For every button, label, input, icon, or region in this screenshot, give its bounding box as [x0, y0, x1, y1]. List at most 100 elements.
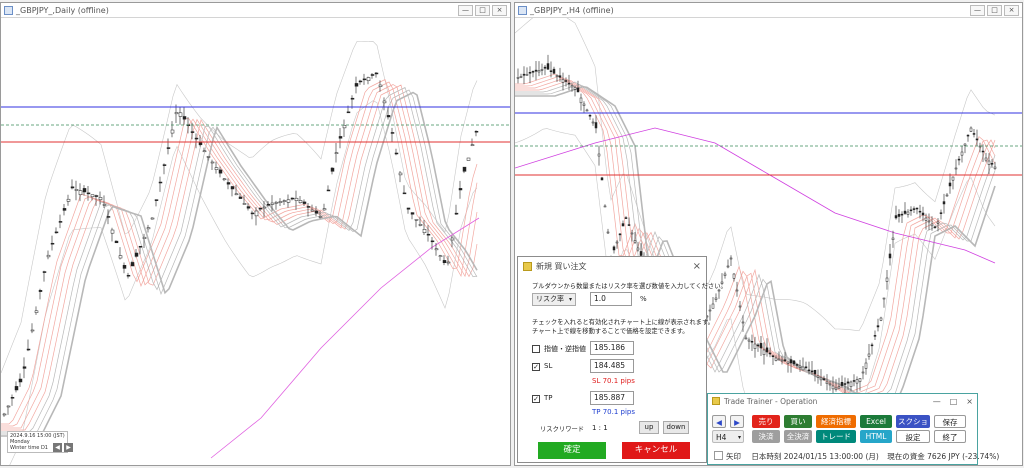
close-icon[interactable]: × [966, 397, 973, 406]
daily-chart-area[interactable]: 2024.9.16 15:00 (JST) Monday Winter time… [1, 18, 510, 465]
candle-body [639, 251, 643, 256]
h4-chart-titlebar[interactable]: _GBPJPY_,H4 (offline) — □ × [515, 3, 1022, 18]
candle-body [326, 189, 331, 192]
order-dialog-titlebar[interactable]: 新規 買い注文 × [518, 257, 706, 275]
next-bar-button[interactable]: ▶ [730, 415, 744, 428]
moving-average-line [1, 84, 478, 429]
maximize-button[interactable]: □ [475, 4, 490, 16]
settle-button[interactable]: 決済 [752, 430, 780, 443]
operation-titlebar[interactable]: Trade Trainer - Operation — □ × [708, 394, 977, 408]
candle-body [900, 213, 904, 216]
candle-body [795, 364, 799, 366]
sl-price-input[interactable]: 184.485 [590, 359, 634, 373]
candle-body [942, 201, 946, 205]
order-instruction: プルダウンから数量またはリスク率を選び数値を入力してください。 [532, 283, 727, 290]
candle-body [960, 151, 964, 156]
daily-chart-window[interactable]: _GBPJPY_,Daily (offline) — □ × 2024.9.16… [0, 2, 511, 466]
candle-body [975, 138, 979, 141]
daily-price-chart[interactable] [1, 18, 510, 466]
candle-body [70, 186, 75, 189]
tp-price-input[interactable]: 185.887 [590, 391, 634, 405]
candle-body [130, 262, 135, 267]
candle-body [110, 229, 115, 234]
candle-body [358, 80, 363, 83]
candle-body [597, 153, 601, 157]
tp-label: TP [544, 394, 553, 402]
operation-status-bar: 矢印 日本時刻 2024/01/15 13:00:00 (月) 現在の資金 76… [714, 451, 999, 462]
down-button[interactable]: down [663, 421, 689, 434]
candle-body [462, 166, 467, 172]
candle-body [258, 207, 263, 210]
arrow-checkbox[interactable] [714, 451, 723, 460]
maximize-button[interactable]: □ [987, 4, 1002, 16]
limit-price-input[interactable]: 185.186 [590, 341, 634, 355]
tp-checkbox[interactable]: ✓ [532, 395, 540, 403]
candle-body [966, 134, 970, 137]
candle-body [454, 212, 459, 215]
candle-body [106, 216, 111, 218]
candle-body [726, 265, 730, 268]
minimize-icon[interactable]: — [933, 397, 941, 406]
candle-body [516, 77, 520, 79]
candle-body [214, 167, 219, 170]
candle-body [206, 156, 211, 158]
save-button[interactable]: 保存 [934, 415, 966, 428]
candle-body [945, 194, 949, 197]
band-lower-line [9, 100, 478, 465]
close-button[interactable]: × [1004, 4, 1019, 16]
minimize-button[interactable]: — [970, 4, 985, 16]
sell-button[interactable]: 売り [752, 415, 780, 428]
candle-body [816, 375, 820, 378]
html-button[interactable]: HTML [860, 430, 892, 443]
confirm-button[interactable]: 確定 [538, 442, 606, 459]
candle-body [386, 115, 391, 118]
candle-body [591, 121, 595, 124]
excel-button[interactable]: Excel [860, 415, 892, 428]
up-button[interactable]: up [639, 421, 659, 434]
candle-body [250, 212, 255, 215]
mode-select[interactable]: リスク率 ▾ [532, 293, 576, 306]
candle-body [963, 143, 967, 146]
timeframe-select[interactable]: H4 ▾ [712, 430, 744, 443]
trade-button[interactable]: トレード [816, 430, 856, 443]
candle-body [630, 232, 634, 235]
candle-body [298, 200, 303, 204]
quit-button[interactable]: 終了 [934, 430, 966, 443]
candle-body [744, 337, 748, 340]
limit-checkbox[interactable] [532, 345, 540, 353]
buy-button[interactable]: 買い [784, 415, 812, 428]
sl-checkbox[interactable]: ✓ [532, 363, 540, 371]
candle-body [458, 188, 463, 191]
close-button[interactable]: × [492, 4, 507, 16]
candle-body [711, 303, 715, 309]
candle-body [242, 203, 247, 205]
close-icon[interactable]: × [693, 261, 701, 272]
maximize-icon[interactable]: □ [950, 397, 958, 406]
prev-bar-button[interactable]: ◀ [712, 415, 726, 428]
candle-body [158, 181, 163, 184]
candle-body [534, 69, 538, 72]
screenshot-button[interactable]: スクショ [896, 415, 930, 428]
settle-all-button[interactable]: 全決済 [784, 430, 812, 443]
candle-body [906, 211, 910, 215]
candle-body [588, 114, 592, 117]
cancel-button[interactable]: キャンセル [622, 442, 690, 459]
chart-next-button[interactable]: ▶ [64, 443, 73, 452]
candle-body [30, 329, 35, 332]
mode-value-input[interactable]: 1.0 [590, 292, 632, 306]
chart-prev-button[interactable]: ◀ [53, 443, 62, 452]
order-note-line2: チャート上で線を移動することで価格を設定できます。 [532, 328, 689, 335]
settings-button[interactable]: 設定 [896, 430, 930, 443]
minimize-button[interactable]: — [458, 4, 473, 16]
candle-body [254, 210, 259, 217]
candle-body [382, 100, 387, 104]
candle-body [801, 366, 805, 371]
candle-body [519, 76, 523, 78]
moving-average-line [1, 81, 478, 427]
current-time-label: 日本時刻 2024/01/15 13:00:00 (月) [751, 452, 879, 461]
daily-chart-titlebar[interactable]: _GBPJPY_,Daily (offline) — □ × [1, 3, 510, 18]
candle-body [762, 349, 766, 356]
candle-body [142, 236, 147, 240]
chevron-down-icon: ▾ [737, 434, 741, 441]
economic-indicators-button[interactable]: 経済指標 [816, 415, 856, 428]
